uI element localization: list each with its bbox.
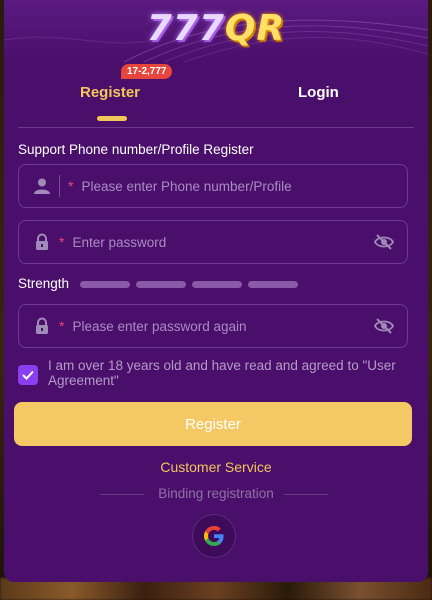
register-modal: 777QR 17-2,777 Register Login Support Ph… (4, 0, 428, 582)
strength-segment (80, 281, 130, 288)
password-field[interactable]: * Enter password (18, 220, 408, 264)
google-login-button[interactable] (192, 514, 236, 558)
field-separator (59, 175, 60, 197)
app-logo: 777QR (4, 8, 428, 49)
lock-icon (36, 317, 48, 334)
tab-register[interactable]: Register (80, 84, 140, 101)
google-icon (204, 526, 224, 546)
register-button[interactable]: Register (14, 402, 412, 446)
logo-number: 777 (146, 8, 225, 49)
strength-segment (192, 281, 242, 288)
customer-service-link[interactable]: Customer Service (4, 459, 428, 475)
lock-icon (36, 233, 48, 250)
phone-field[interactable]: * Please enter Phone number/Profile (18, 164, 408, 208)
required-mark: * (59, 318, 65, 334)
binding-label: Binding registration (158, 486, 274, 501)
auth-tabs: 17-2,777 Register Login (18, 62, 414, 128)
agreement-row: I am over 18 years old and have read and… (18, 358, 408, 388)
password-input[interactable]: Enter password (72, 235, 373, 250)
divider-right (284, 494, 328, 495)
strength-label: Strength (18, 276, 70, 291)
promo-badge: 17-2,777 (121, 64, 173, 79)
active-tab-indicator (97, 116, 127, 121)
agree-text[interactable]: I am over 18 years old and have read and… (48, 358, 408, 388)
eye-off-icon[interactable] (373, 233, 395, 251)
user-icon (34, 178, 50, 194)
phone-input[interactable]: Please enter Phone number/Profile (81, 179, 407, 194)
strength-segment (136, 281, 186, 288)
confirm-password-field[interactable]: * Please enter password again (18, 304, 408, 348)
logo-qr: QR (224, 8, 286, 49)
section-title: Support Phone number/Profile Register (18, 142, 254, 157)
check-icon (22, 370, 34, 380)
required-mark: * (59, 234, 65, 250)
eye-off-icon[interactable] (373, 317, 395, 335)
header-banner: 777QR (4, 0, 428, 62)
strength-segment (248, 281, 298, 288)
tab-login[interactable]: Login (298, 84, 339, 101)
required-mark: * (68, 178, 74, 194)
confirm-password-input[interactable]: Please enter password again (72, 319, 373, 334)
agree-checkbox[interactable] (18, 365, 38, 385)
